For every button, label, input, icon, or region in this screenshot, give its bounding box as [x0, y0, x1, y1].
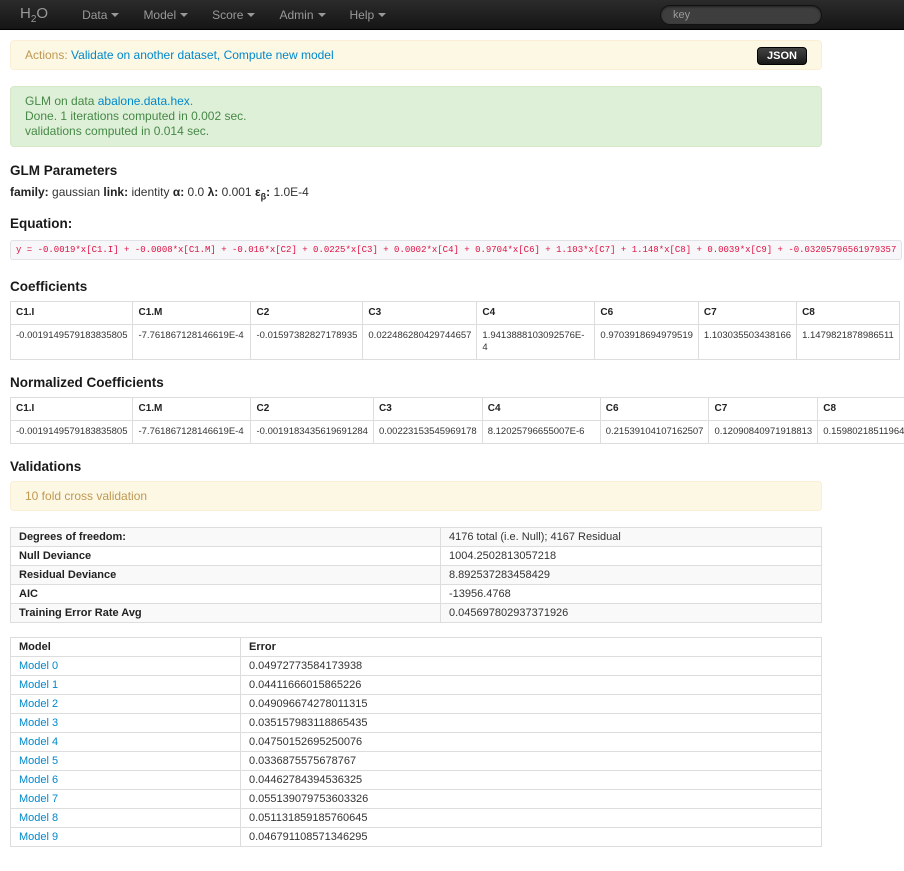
model-6-link[interactable]: Model 6	[19, 774, 58, 786]
nav-menu-model[interactable]: Model	[131, 0, 200, 30]
normalized-header-row: C1.I C1.M C2 C3 C4 C6 C7 C8	[11, 398, 904, 421]
summary-row: Degrees of freedom:4176 total (i.e. Null…	[11, 528, 822, 547]
validations-note: 10 fold cross validation	[10, 481, 822, 511]
top-navbar: H2O Data Model Score Admin Help	[0, 0, 904, 30]
model-row: Model 80.051131859185760645	[11, 809, 822, 828]
model-row: Model 90.046791108571346295	[11, 828, 822, 847]
dataset-link[interactable]: abalone.data.hex	[98, 94, 190, 108]
status-line-2: Done. 1 iterations computed in 0.002 sec…	[25, 109, 807, 124]
model-0-link[interactable]: Model 0	[19, 660, 58, 672]
model-row: Model 70.055139079753603326	[11, 790, 822, 809]
link-separator: ,	[217, 48, 224, 62]
models-header-row: Model Error	[11, 638, 822, 657]
actions-bar: JSON Actions: Validate on another datase…	[10, 40, 822, 70]
validation-summary-table: Degrees of freedom:4176 total (i.e. Null…	[10, 527, 822, 623]
model-2-link[interactable]: Model 2	[19, 698, 58, 710]
validations-heading: Validations	[10, 459, 894, 474]
chevron-down-icon	[318, 13, 326, 17]
status-box: GLM on data abalone.data.hex. Done. 1 it…	[10, 86, 822, 147]
compute-new-model-link[interactable]: Compute new model	[224, 48, 334, 62]
logo-h: H	[20, 5, 31, 22]
nav-menu-score[interactable]: Score	[200, 0, 267, 30]
model-row: Model 20.049096674278011315	[11, 695, 822, 714]
normalized-coefficients-table: C1.I C1.M C2 C3 C4 C6 C7 C8 -0.001914957…	[10, 397, 904, 444]
main-content: JSON Actions: Validate on another datase…	[0, 30, 904, 871]
equation-heading: Equation:	[10, 216, 894, 231]
summary-row: Residual Deviance8.892537283458429	[11, 566, 822, 585]
actions-label: Actions:	[25, 48, 68, 62]
model-row: Model 30.035157983118865435	[11, 714, 822, 733]
chevron-down-icon	[378, 13, 386, 17]
coefficients-table: C1.I C1.M C2 C3 C4 C6 C7 C8 -0.001914957…	[10, 301, 900, 360]
model-row: Model 40.04750152695250076	[11, 733, 822, 752]
normalized-coefficients-heading: Normalized Coefficients	[10, 375, 894, 390]
model-row: Model 10.04411666015865226	[11, 676, 822, 695]
model-7-link[interactable]: Model 7	[19, 793, 58, 805]
summary-row: Null Deviance1004.2502813057218	[11, 547, 822, 566]
summary-row: Training Error Rate Avg0.045697802937371…	[11, 604, 822, 623]
model-4-link[interactable]: Model 4	[19, 736, 58, 748]
cross-validation-models-table: Model Error Model 00.04972773584173938 M…	[10, 637, 822, 847]
coefficients-value-row: -0.0019149579183835805 -7.76186712814661…	[11, 325, 900, 360]
model-row: Model 00.04972773584173938	[11, 657, 822, 676]
status-line-3: validations computed in 0.014 sec.	[25, 124, 807, 139]
json-button[interactable]: JSON	[757, 47, 807, 65]
epsilon-label: εβ:	[255, 185, 270, 199]
chevron-down-icon	[111, 13, 119, 17]
h2o-logo[interactable]: H2O	[20, 5, 48, 25]
nav-menu-help[interactable]: Help	[338, 0, 399, 30]
glm-parameters-heading: GLM Parameters	[10, 163, 894, 178]
validate-dataset-link[interactable]: Validate on another dataset	[71, 48, 217, 62]
normalized-value-row: -0.0019149579183835805 -7.76186712814661…	[11, 421, 904, 444]
model-row: Model 50.0336875575678767	[11, 752, 822, 771]
nav-menu-admin[interactable]: Admin	[267, 0, 337, 30]
status-line-1: GLM on data abalone.data.hex.	[25, 94, 807, 109]
summary-row: AIC-13956.4768	[11, 585, 822, 604]
coefficients-header-row: C1.I C1.M C2 C3 C4 C6 C7 C8	[11, 302, 900, 325]
nav-menu-data[interactable]: Data	[70, 0, 131, 30]
model-9-link[interactable]: Model 9	[19, 831, 58, 843]
model-5-link[interactable]: Model 5	[19, 755, 58, 767]
coefficients-heading: Coefficients	[10, 279, 894, 294]
logo-o: O	[36, 5, 48, 22]
equation-code: y = -0.0019*x[C1.I] + -0.0008*x[C1.M] + …	[10, 240, 902, 260]
model-1-link[interactable]: Model 1	[19, 679, 58, 691]
chevron-down-icon	[247, 13, 255, 17]
chevron-down-icon	[180, 13, 188, 17]
key-search-input[interactable]	[660, 5, 822, 25]
model-row: Model 60.04462784394536325	[11, 771, 822, 790]
glm-parameters-line: family: gaussian link: identity α: 0.0 λ…	[10, 185, 894, 201]
model-3-link[interactable]: Model 3	[19, 717, 58, 729]
